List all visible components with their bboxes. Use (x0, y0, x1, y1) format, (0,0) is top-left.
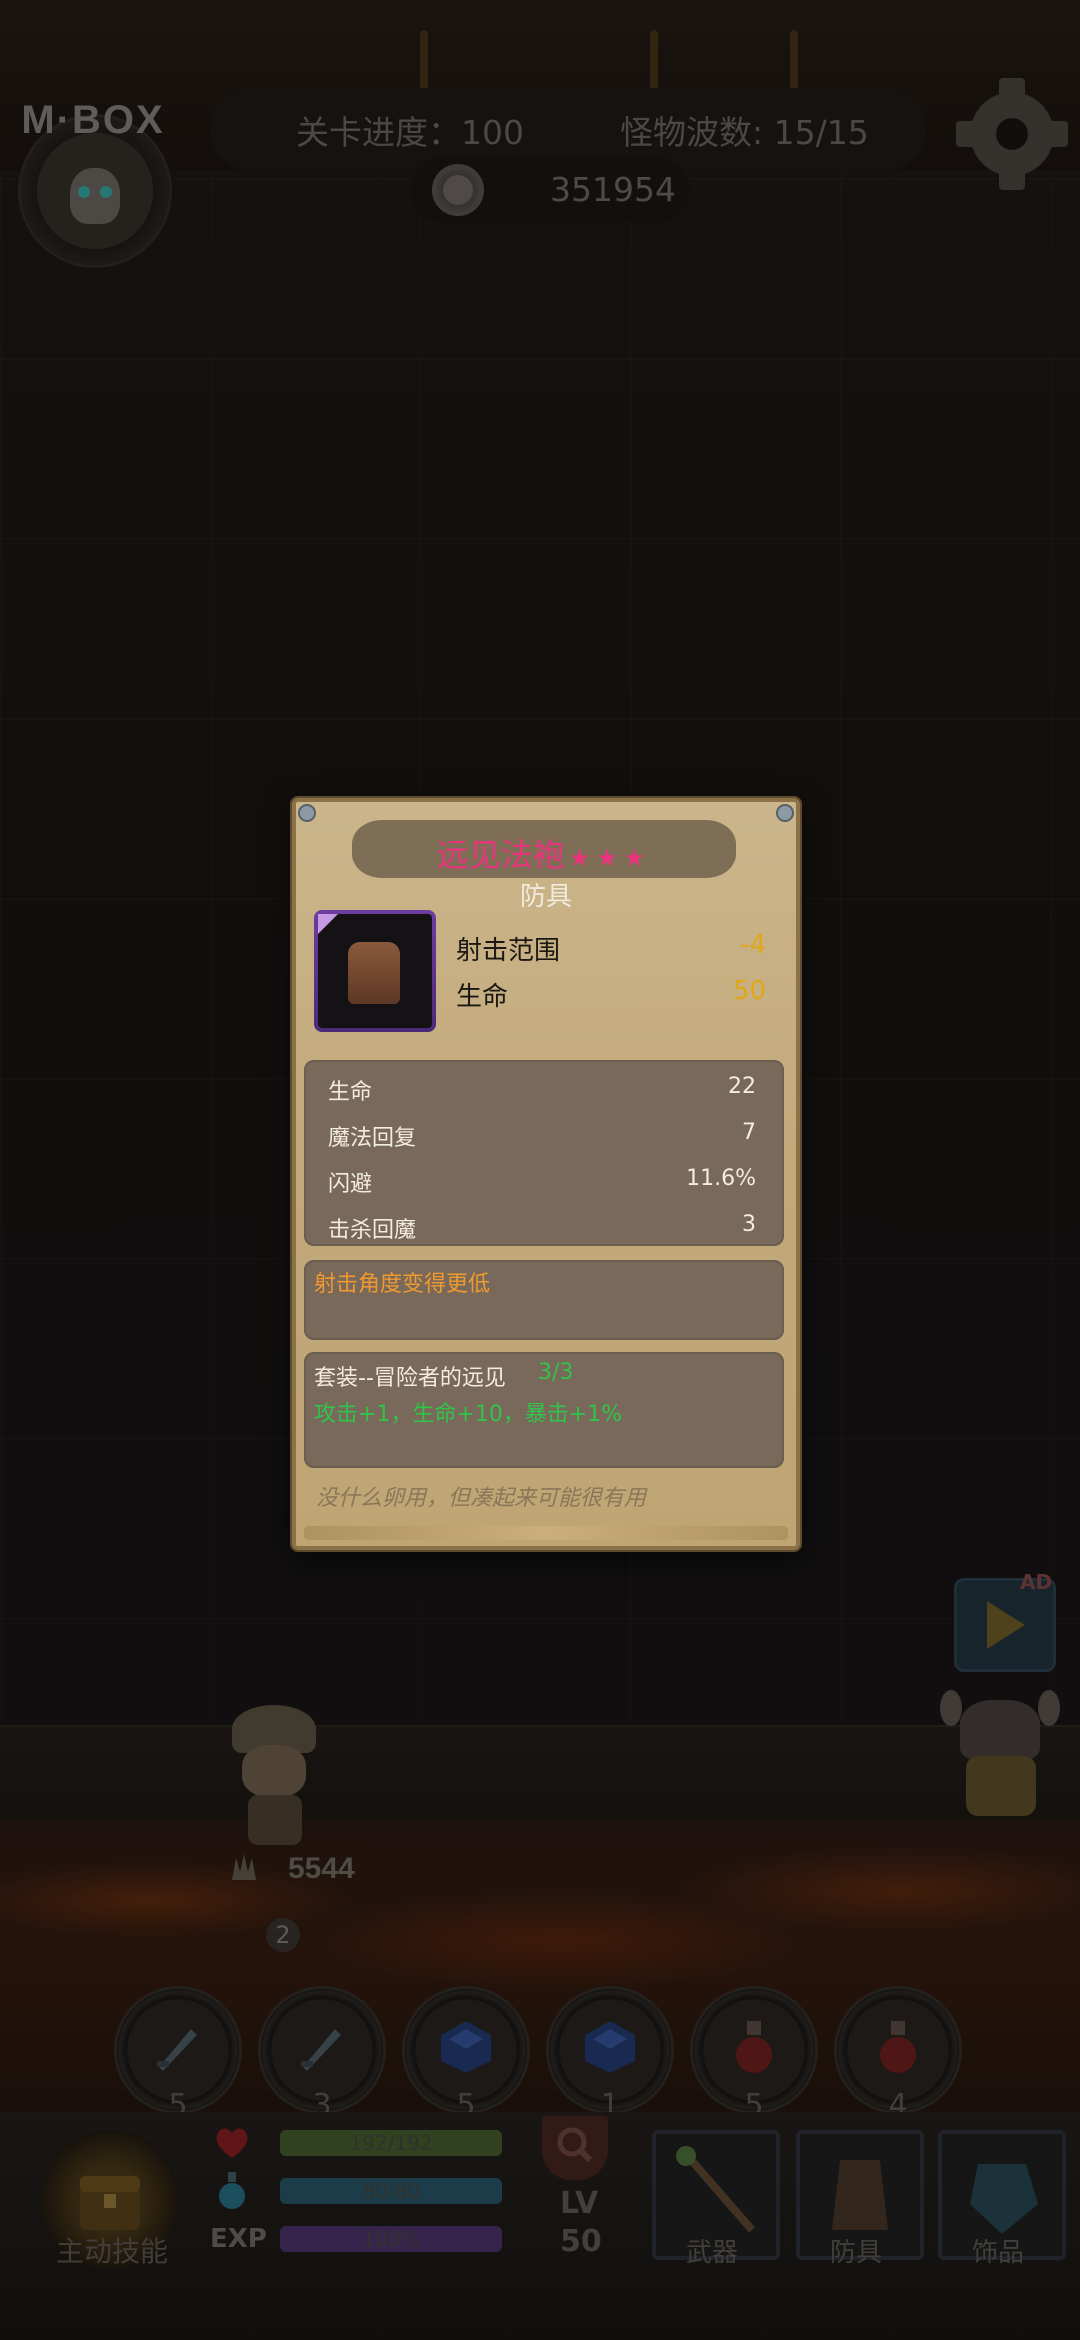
item-type: 防具 (519, 882, 572, 912)
attribute-value: 3 (742, 1212, 756, 1237)
item-stars: ★★★ (568, 844, 652, 872)
set-name: 套装--冒险者的远见 (314, 1366, 506, 1391)
attribute-value: 22 (728, 1074, 756, 1099)
special-effect-text: 射击角度变得更低 (314, 1272, 491, 1297)
main-stat-label: 射击范围 (456, 936, 561, 966)
rarity-corner (318, 914, 338, 934)
rivet-icon (298, 804, 316, 822)
attribute-label: 魔法回复 (328, 1126, 417, 1151)
special-effect-box: 射击角度变得更低 (304, 1260, 784, 1340)
attribute-row: 魔法回复 7 (328, 1120, 756, 1152)
main-stat-value: 50 (732, 976, 766, 1006)
attribute-label: 生命 (328, 1080, 373, 1105)
title-banner: 远见法袍 ★★★ (352, 820, 736, 878)
attribute-list: 生命 22 魔法回复 7 闪避 11.6% 击杀回魔 3 (304, 1060, 784, 1246)
attribute-value: 7 (742, 1120, 756, 1145)
attribute-row: 生命 22 (328, 1074, 756, 1106)
set-bonus-box: 套装--冒险者的远见 3/3 攻击+1，生命+10，暴击+1% (304, 1352, 784, 1468)
attribute-label: 闪避 (328, 1172, 373, 1197)
attribute-value: 11.6% (686, 1166, 756, 1191)
robe-icon (348, 942, 400, 1004)
attribute-row: 闪避 11.6% (328, 1166, 756, 1198)
main-stat-row: 生命 50 (456, 976, 766, 1013)
rivet-icon (776, 804, 794, 822)
item-name: 远见法袍 (436, 836, 565, 874)
item-detail-popup: 远见法袍 ★★★ 防具 射击范围 -4 生命 50 生命 22 魔法回复 7 闪避… (292, 798, 800, 1550)
item-icon-frame (314, 910, 436, 1032)
main-stat-value: -4 (740, 930, 766, 960)
flavor-text: 没什么卵用，但凑起来可能很有用 (316, 1486, 647, 1511)
attribute-label: 击杀回魔 (328, 1218, 417, 1243)
attribute-row: 击杀回魔 3 (328, 1212, 756, 1244)
set-bonus-text: 攻击+1，生命+10，暴击+1% (314, 1402, 623, 1427)
main-stat-row: 射击范围 -4 (456, 930, 766, 967)
set-count: 3/3 (538, 1360, 574, 1385)
main-stat-label: 生命 (456, 982, 509, 1012)
